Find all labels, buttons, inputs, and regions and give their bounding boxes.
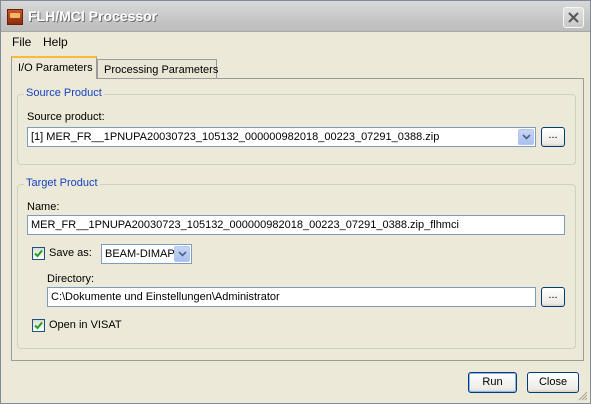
source-product-value: [1] MER_FR__1PNUPA20030723_105132_000000… — [31, 131, 440, 143]
format-select[interactable]: BEAM-DIMAP — [101, 244, 192, 264]
name-label: Name: — [27, 201, 60, 213]
source-product-select[interactable]: [1] MER_FR__1PNUPA20030723_105132_000000… — [27, 127, 536, 147]
checkmark-icon — [34, 321, 43, 330]
close-button[interactable]: Close — [527, 372, 579, 393]
menu-bar: File Help — [2, 32, 590, 52]
menu-file[interactable]: File — [12, 35, 31, 49]
checkmark-icon — [34, 249, 43, 258]
tab-processing-parameters[interactable]: Processing Parameters — [97, 59, 218, 79]
resize-grip-icon[interactable] — [578, 391, 588, 401]
menu-help[interactable]: Help — [43, 35, 68, 49]
directory-field[interactable]: C:\Dokumente und Einstellungen\Administr… — [47, 287, 536, 307]
io-parameters-panel: Source Product Source product: [1] MER_F… — [11, 78, 584, 361]
dialog-window: FLH/MCI Processor File Help I/O Paramete… — [0, 0, 591, 404]
window-title: FLH/MCI Processor — [28, 8, 158, 24]
run-button[interactable]: Run — [468, 372, 517, 393]
save-as-checkbox[interactable] — [32, 247, 45, 260]
directory-browse-button[interactable]: ... — [541, 287, 565, 307]
target-name-field[interactable]: MER_FR__1PNUPA20030723_105132_0000009820… — [27, 215, 565, 235]
format-value: BEAM-DIMAP — [105, 248, 175, 260]
save-as-label: Save as: — [49, 247, 92, 259]
source-product-group: Source Product Source product: [1] MER_F… — [17, 87, 576, 165]
source-product-title: Source Product — [24, 87, 104, 99]
source-browse-button[interactable]: ... — [541, 127, 565, 147]
target-product-title: Target Product — [24, 177, 100, 189]
target-name-value: MER_FR__1PNUPA20030723_105132_0000009820… — [31, 219, 459, 231]
open-in-visat-checkbox[interactable] — [32, 319, 45, 332]
chevron-down-icon[interactable] — [174, 246, 190, 262]
directory-value: C:\Dokumente und Einstellungen\Administr… — [51, 291, 280, 303]
open-in-visat-label: Open in VISAT — [49, 319, 122, 331]
close-window-button[interactable] — [563, 7, 584, 28]
close-icon — [568, 12, 579, 23]
tab-io-parameters[interactable]: I/O Parameters — [11, 56, 97, 79]
beam-app-icon — [7, 9, 23, 25]
source-product-label: Source product: — [27, 111, 105, 123]
directory-label: Directory: — [47, 273, 95, 285]
chevron-down-icon[interactable] — [518, 129, 534, 145]
target-product-group: Target Product Name: MER_FR__1PNUPA20030… — [17, 177, 576, 349]
title-bar[interactable]: FLH/MCI Processor — [1, 1, 590, 32]
